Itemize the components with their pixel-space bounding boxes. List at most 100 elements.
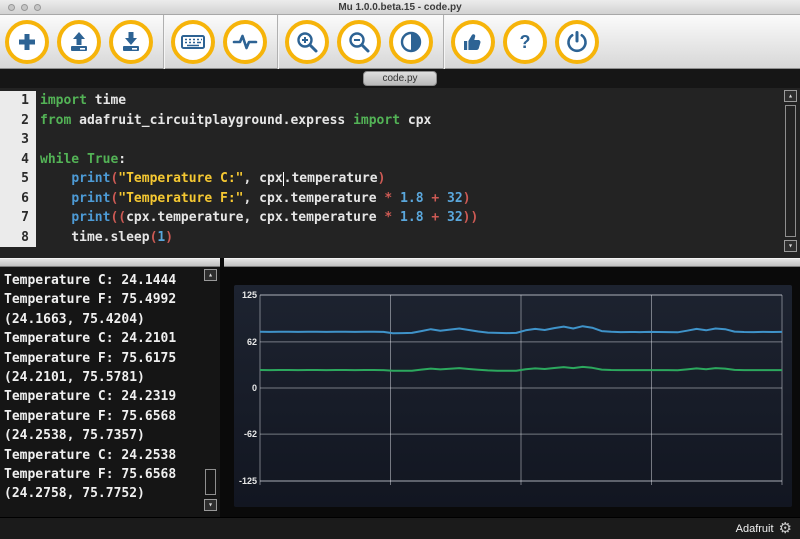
line-number: 1	[0, 91, 36, 111]
plot-svg: 125620-62-125	[234, 285, 792, 507]
line-number: 4	[0, 150, 36, 170]
y-axis-tick-label: 125	[242, 290, 257, 300]
editor-line: 6 print("Temperature F:", cpx.temperatur…	[0, 189, 782, 209]
status-bar: Adafruit ⚙	[0, 517, 800, 539]
mode-label: Adafruit	[736, 523, 774, 535]
token-pl: cpx	[400, 113, 431, 128]
code-text[interactable]	[36, 130, 40, 150]
code-editor[interactable]: 1import time2from adafruit_circuitplaygr…	[0, 88, 800, 258]
serial-line: (24.2538, 75.7357)	[4, 426, 218, 445]
token-num: 1.8	[400, 191, 423, 206]
keyboard-icon	[180, 30, 206, 54]
token-fn: print	[71, 210, 110, 225]
token-op: ))	[463, 210, 479, 225]
token-pl	[392, 210, 400, 225]
new-button[interactable]	[5, 20, 49, 64]
line-number: 5	[0, 169, 36, 189]
token-op: ((	[110, 210, 126, 225]
code-text[interactable]: time.sleep(1)	[36, 228, 173, 248]
splitter-right-segment[interactable]	[224, 258, 800, 267]
load-button[interactable]	[57, 20, 101, 64]
svg-text:?: ?	[520, 32, 531, 52]
token-op: +	[431, 210, 439, 225]
question-icon: ?	[513, 30, 537, 54]
serial-line: (24.1663, 75.4204)	[4, 310, 218, 329]
token-str: "Temperature C:"	[118, 171, 243, 186]
serial-scroll-down-button[interactable]: ▾	[204, 499, 217, 511]
repl-button[interactable]	[171, 20, 215, 64]
scrollbar-thumb[interactable]	[785, 105, 796, 237]
editor-line: 7 print((cpx.temperature, cpx.temperatur…	[0, 208, 782, 228]
help-button[interactable]: ?	[503, 20, 547, 64]
zoom-window-button[interactable]	[34, 4, 41, 11]
code-text[interactable]: while True:	[36, 150, 126, 170]
serial-line: (24.2101, 75.5781)	[4, 368, 218, 387]
token-num: 32	[447, 191, 463, 206]
token-pl	[40, 191, 71, 206]
token-num: 1.8	[400, 210, 423, 225]
token-fn: print	[71, 191, 110, 206]
token-fn: print	[71, 171, 110, 186]
code-text[interactable]: print((cpx.temperature, cpx.temperature …	[36, 208, 478, 228]
window-title: Mu 1.0.0.beta.15 - code.py	[338, 2, 461, 13]
token-pl: time.sleep	[40, 230, 150, 245]
serial-line: Temperature C: 24.1444	[4, 271, 218, 290]
editor-line: 8 time.sleep(1)	[0, 228, 782, 248]
line-number: 2	[0, 111, 36, 131]
code-text[interactable]: import time	[36, 91, 126, 111]
save-button[interactable]	[109, 20, 153, 64]
power-icon	[565, 30, 589, 54]
minimize-window-button[interactable]	[21, 4, 28, 11]
token-pl: adafruit_circuitplayground.express	[71, 113, 353, 128]
zoom-out-button[interactable]	[337, 20, 381, 64]
serial-output-pane: Temperature C: 24.1444Temperature F: 75.…	[0, 267, 220, 517]
token-kw: import	[40, 93, 87, 108]
line-number: 8	[0, 228, 36, 248]
scroll-down-button[interactable]: ▾	[784, 240, 797, 252]
code-text[interactable]: print("Temperature F:", cpx.temperature …	[36, 189, 471, 209]
serial-line: Temperature F: 75.6175	[4, 349, 218, 368]
line-number: 6	[0, 189, 36, 209]
upload-icon	[67, 30, 91, 54]
gear-icon[interactable]: ⚙	[779, 521, 792, 536]
plotter-button[interactable]	[223, 20, 267, 64]
splitter-left-segment[interactable]	[0, 258, 220, 267]
serial-line: Temperature F: 75.6568	[4, 407, 218, 426]
serial-scroll-up-button[interactable]: ▴	[204, 269, 217, 281]
tab-code-py[interactable]: code.py	[363, 71, 437, 86]
editor-line: 1import time	[0, 91, 782, 111]
serial-line: Temperature C: 24.2101	[4, 329, 218, 348]
token-pl: :	[118, 152, 126, 167]
token-op: )	[378, 171, 386, 186]
title-bar: Mu 1.0.0.beta.15 - code.py	[0, 0, 800, 15]
tab-label: code.py	[382, 73, 417, 84]
code-text[interactable]: print("Temperature C:", cpx.temperature)	[36, 169, 385, 189]
check-button[interactable]	[451, 20, 495, 64]
serial-line: (24.2758, 75.7752)	[4, 484, 218, 503]
download-icon	[119, 30, 143, 54]
pane-splitter[interactable]	[0, 258, 800, 267]
token-kw: import	[353, 113, 400, 128]
quit-button[interactable]	[555, 20, 599, 64]
editor-line: 5 print("Temperature C:", cpx.temperatur…	[0, 169, 782, 189]
serial-scrollbar-thumb[interactable]	[205, 469, 216, 495]
close-window-button[interactable]	[8, 4, 15, 11]
window-controls	[8, 4, 41, 11]
serial-line: Temperature F: 75.4992	[4, 290, 218, 309]
mu-editor-window: Mu 1.0.0.beta.15 - code.py ? code.py 1im…	[0, 0, 800, 539]
token-num: 32	[447, 210, 463, 225]
serial-line: Temperature C: 24.2319	[4, 387, 218, 406]
line-number: 3	[0, 130, 36, 150]
scroll-up-button[interactable]: ▴	[784, 90, 797, 102]
editor-line: 4while True:	[0, 150, 782, 170]
thumbs-up-icon	[461, 30, 485, 54]
zoom-in-button[interactable]	[285, 20, 329, 64]
line-number: 7	[0, 208, 36, 228]
serial-lines: Temperature C: 24.1444Temperature F: 75.…	[4, 271, 218, 504]
token-pl	[40, 171, 71, 186]
y-axis-tick-label: 0	[252, 383, 257, 393]
theme-button[interactable]	[389, 20, 433, 64]
token-pl: , cpx.temperature	[244, 191, 385, 206]
code-text[interactable]: from adafruit_circuitplayground.express …	[36, 111, 431, 131]
token-pl	[439, 210, 447, 225]
